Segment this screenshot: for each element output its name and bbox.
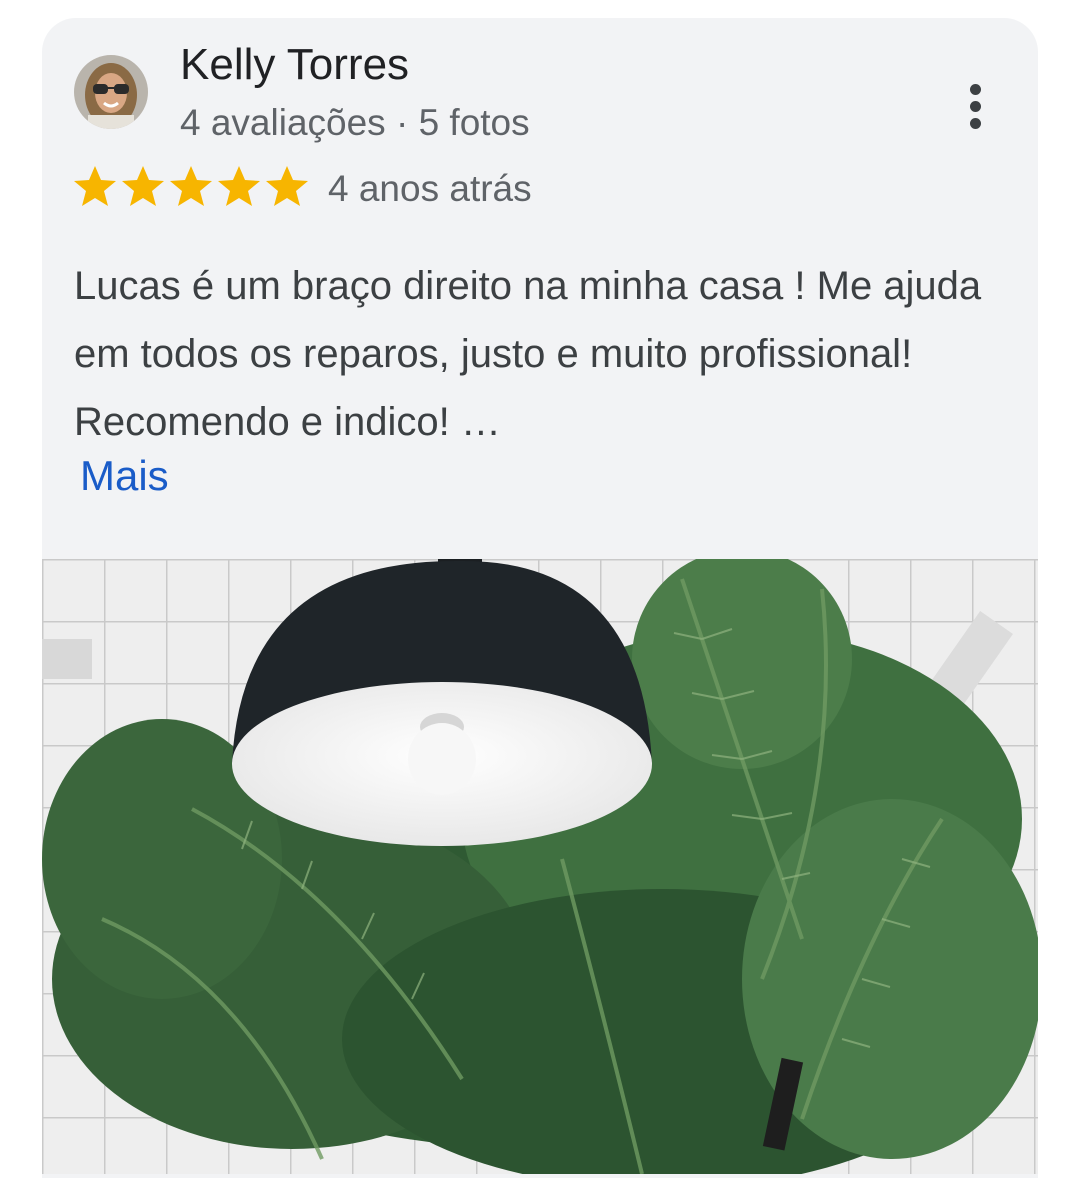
author-avatar[interactable] <box>74 55 148 129</box>
more-options-icon[interactable] <box>952 80 1000 132</box>
review-photo[interactable] <box>42 559 1038 1174</box>
star-icon <box>72 164 120 208</box>
more-link[interactable]: Mais <box>80 452 169 500</box>
review-card: Kelly Torres 4 avaliações · 5 fotos 4 an… <box>42 18 1038 1178</box>
review-time: 4 anos atrás <box>328 168 532 209</box>
author-name[interactable]: Kelly Torres <box>180 40 409 90</box>
star-icon <box>120 164 168 208</box>
review-text: Lucas é um braço direito na minha casa !… <box>74 264 982 444</box>
author-meta: 4 avaliações · 5 fotos <box>180 102 530 143</box>
star-icon <box>216 164 264 208</box>
star-icon <box>168 164 216 208</box>
star-rating <box>72 164 312 208</box>
star-icon <box>264 164 312 208</box>
